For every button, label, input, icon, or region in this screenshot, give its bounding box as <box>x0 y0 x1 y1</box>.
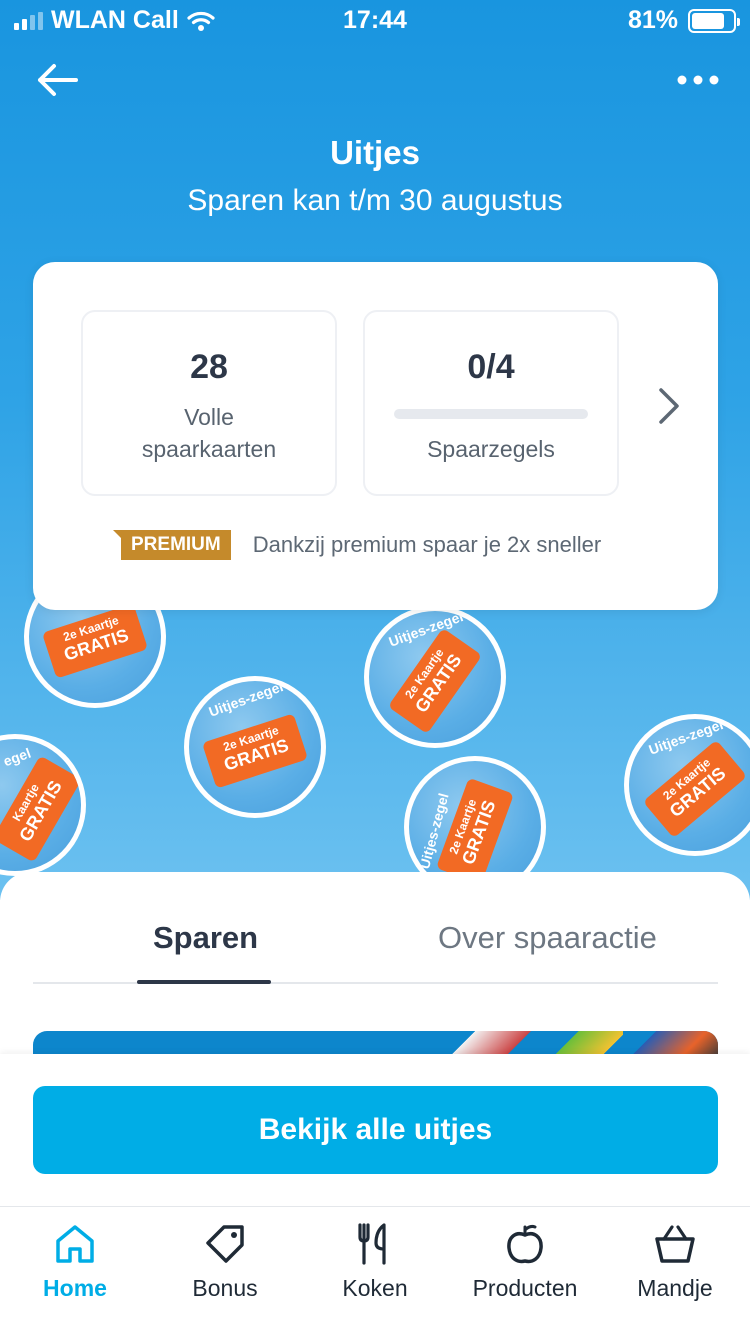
battery-icon <box>688 8 740 33</box>
bottom-nav: Home Bonus Koken Producten Mandje <box>0 1206 750 1334</box>
home-icon <box>56 1225 94 1263</box>
battery-percentage: 81% <box>627 6 678 34</box>
stamp-sticker: Uitjes-zegel 2e Kaartje GRATIS <box>184 676 326 818</box>
premium-row: PREMIUM Dankzij premium spaar je 2x snel… <box>113 530 602 560</box>
tab-bar: Sparen Over spaaractie <box>33 912 718 984</box>
nav-item-home[interactable]: Home <box>0 1221 150 1302</box>
apple-icon <box>507 1224 543 1264</box>
back-arrow-icon[interactable] <box>34 60 80 100</box>
page-subtitle: Sparen kan t/m 30 augustus <box>187 184 563 217</box>
chevron-right-icon[interactable] <box>653 384 683 428</box>
tab-sparen[interactable]: Sparen <box>153 920 258 956</box>
stamps-label: Spaarzegels <box>427 436 555 462</box>
nav-item-mandje[interactable]: Mandje <box>600 1221 750 1302</box>
stamps-progress-bar <box>394 409 588 419</box>
stamp-sticker: Uitjes-zegel 2e Kaartje GRATIS <box>364 606 506 748</box>
stamp-sticker: egel Kaartje GRATIS <box>0 734 86 876</box>
stamps-count: 0/4 <box>467 348 515 386</box>
more-dots-icon[interactable] <box>674 66 722 94</box>
basket-icon <box>655 1225 695 1263</box>
full-cards-label: Volle spaarkaarten <box>141 404 277 462</box>
stamps-box: 0/4 Spaarzegels <box>363 310 619 496</box>
tab-over-spaaractie[interactable]: Over spaaractie <box>438 920 657 956</box>
active-tab-indicator <box>137 980 271 984</box>
stamp-sticker: Uitjes-zegel 2e Kaartje GRATIS <box>624 714 750 856</box>
view-all-outings-button[interactable]: Bekijk alle uitjes <box>33 1086 718 1174</box>
cta-area: Bekijk alle uitjes <box>0 1054 750 1206</box>
premium-text: Dankzij premium spaar je 2x sneller <box>252 532 602 557</box>
nav-item-producten[interactable]: Producten <box>450 1221 600 1302</box>
full-cards-box: 28 Volle spaarkaarten <box>81 310 337 496</box>
nav-item-koken[interactable]: Koken <box>300 1221 450 1302</box>
status-bar: WLAN Call 17:44 81% <box>0 0 750 40</box>
premium-badge: PREMIUM <box>113 530 231 560</box>
hero-background: WLAN Call 17:44 81% Uitjes Sparen kan t/… <box>0 0 750 900</box>
tag-icon <box>206 1225 244 1263</box>
savings-card[interactable]: 28 Volle spaarkaarten 0/4 Spaarzegels PR… <box>33 262 718 610</box>
page-title: Uitjes <box>330 134 420 171</box>
full-cards-count: 28 <box>190 348 228 386</box>
cutlery-icon <box>358 1223 386 1265</box>
nav-item-bonus[interactable]: Bonus <box>150 1221 300 1302</box>
